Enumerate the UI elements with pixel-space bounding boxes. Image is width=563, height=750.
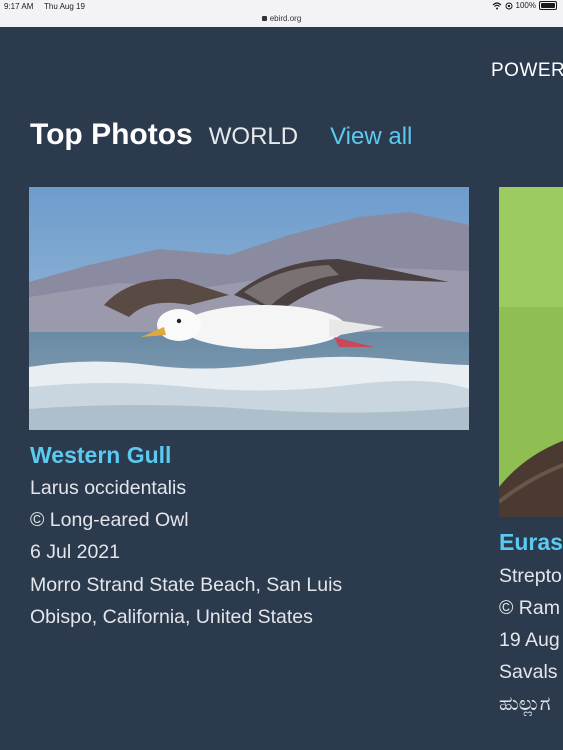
- battery-percent: 100%: [515, 1, 536, 10]
- section-heading: Top Photos WORLD View all: [30, 118, 412, 152]
- photo-card[interactable]: Western Gull Larus occidentalis © Long-e…: [29, 187, 469, 628]
- bird-photo[interactable]: [499, 187, 563, 517]
- photo-card[interactable]: Euras Strepto © Ram 19 Aug Savals ಹುಲ್ಲು…: [499, 187, 563, 750]
- photo-location-line2: Obispo, California, United States: [30, 606, 313, 628]
- photo-location-line1: Savals: [499, 661, 558, 683]
- photo-location-line1: Morro Strand State Beach, San Luis: [30, 574, 343, 596]
- species-scientific-name: Larus occidentalis: [30, 477, 187, 499]
- bird-photo[interactable]: [29, 187, 469, 430]
- photo-date: 6 Jul 2021: [30, 541, 120, 563]
- url-bar[interactable]: ebird.org: [0, 14, 563, 23]
- wifi-icon: [492, 1, 501, 9]
- url-text: ebird.org: [269, 14, 302, 23]
- species-scientific-name: Strepto: [499, 565, 562, 587]
- species-common-name[interactable]: Euras: [499, 529, 563, 556]
- photo-credit: © Long-eared Owl: [30, 509, 189, 531]
- photo-credit: © Ram: [499, 597, 560, 619]
- photo-location-line2: ಹುಲ್ಲುಗ: [499, 693, 551, 715]
- section-scope: WORLD: [208, 123, 299, 150]
- status-date: Thu Aug 19: [44, 2, 85, 11]
- battery-icon: [539, 1, 557, 10]
- species-common-name[interactable]: Western Gull: [30, 442, 171, 469]
- view-all-link[interactable]: View all: [330, 123, 412, 151]
- section-title: Top Photos: [30, 118, 193, 151]
- status-time: 9:17 AM: [4, 2, 34, 11]
- status-indicators: 100%: [492, 1, 557, 10]
- orientation-lock-icon: [505, 2, 513, 9]
- powered-by-text: POWER: [491, 60, 563, 81]
- photo-date: 19 Aug: [499, 629, 560, 651]
- status-bar: 9:17 AM Thu Aug 19 100% ebird.org: [0, 0, 563, 27]
- lock-icon: [261, 16, 267, 21]
